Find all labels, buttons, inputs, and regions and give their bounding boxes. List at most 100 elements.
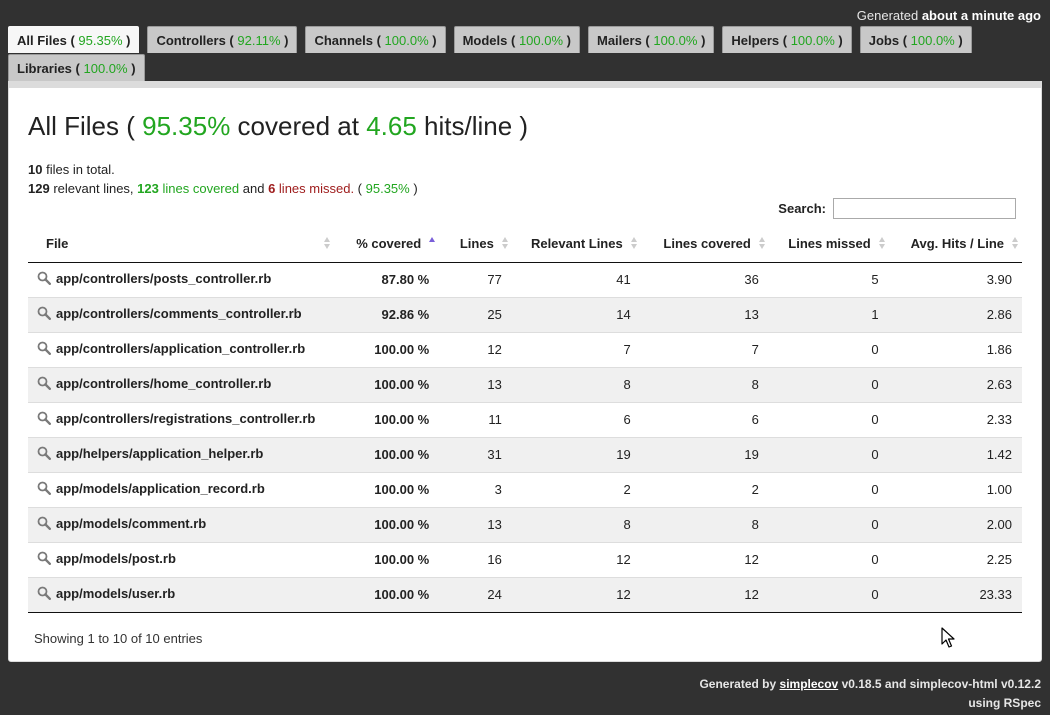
cell-covered: 100.00 % — [334, 471, 440, 507]
col-header-label: Lines covered — [663, 235, 751, 251]
search-box: Search: — [778, 198, 1016, 219]
tab-controllers[interactable]: Controllers ( 92.11% ) — [147, 26, 298, 53]
cell-lines-covered: 7 — [640, 331, 769, 367]
cell-covered: 100.00 % — [334, 331, 440, 367]
cell-lines-covered: 8 — [640, 506, 769, 542]
cell-lines-missed: 0 — [768, 366, 889, 402]
title-mid: covered at — [237, 111, 359, 141]
tab-channels[interactable]: Channels ( 100.0% ) — [305, 26, 446, 53]
simplecov-link[interactable]: simplecov — [780, 677, 839, 691]
tab-label: Libraries — [17, 61, 72, 76]
title-hits: 4.65 — [366, 111, 417, 141]
footer-generated-by: Generated by — [699, 677, 777, 691]
cell-avg-hits: 1.00 — [888, 471, 1022, 507]
tab-label: All Files — [17, 33, 67, 48]
tab-models[interactable]: Models ( 100.0% ) — [453, 26, 580, 53]
cell-file: app/controllers/comments_controller.rb — [28, 296, 335, 332]
cell-lines-covered: 19 — [640, 436, 769, 472]
tab-pct: 100.0% — [790, 33, 835, 48]
magnifier-icon — [37, 376, 52, 391]
file-link[interactable]: app/models/application_record.rb — [37, 481, 265, 496]
file-link[interactable]: app/models/post.rb — [37, 551, 176, 566]
magnifier-icon — [37, 411, 52, 426]
footer-versions: v0.18.5 and simplecov-html v0.12.2 — [841, 677, 1041, 691]
tab-pct: 92.11% — [237, 33, 281, 48]
cell-lines: 12 — [439, 331, 512, 367]
file-name: app/controllers/home_controller.rb — [56, 375, 272, 391]
cell-covered: 100.00 % — [334, 576, 440, 613]
missed-count: 6 — [268, 181, 276, 196]
cell-lines-covered: 13 — [640, 296, 769, 332]
col-header-lines-missed[interactable]: Lines missed — [768, 225, 889, 263]
file-link[interactable]: app/models/user.rb — [37, 586, 175, 601]
summary-pct: 95.35% — [365, 181, 410, 196]
file-name: app/controllers/comments_controller.rb — [56, 305, 302, 321]
cell-avg-hits: 2.33 — [888, 401, 1022, 437]
col-header-covered[interactable]: % covered — [334, 225, 440, 263]
tab-jobs[interactable]: Jobs ( 100.0% ) — [859, 26, 972, 53]
sort-icon — [758, 237, 766, 250]
cell-relevant-lines: 2 — [511, 471, 641, 507]
magnifier-icon — [37, 306, 52, 321]
cell-lines-covered: 2 — [640, 471, 769, 507]
col-header-label: Lines — [459, 235, 494, 251]
cell-lines: 31 — [439, 436, 512, 472]
cell-avg-hits: 2.25 — [888, 541, 1022, 577]
table-row: app/models/post.rb 100.00 % 16 12 12 0 2.25 — [28, 541, 1022, 577]
cell-covered: 100.00 % — [334, 436, 440, 472]
file-link[interactable]: app/helpers/application_helper.rb — [37, 446, 263, 461]
tab-pct: 100.0% — [83, 61, 128, 76]
tab-pct: 100.0% — [384, 33, 429, 48]
col-header-avg-hits[interactable]: Avg. Hits / Line — [888, 225, 1022, 263]
file-name: app/controllers/application_controller.r… — [56, 340, 306, 356]
table-row: app/models/user.rb 100.00 % 24 12 12 0 23.33 — [28, 576, 1022, 613]
table-row: app/controllers/posts_controller.rb 87.80… — [28, 262, 1022, 297]
cell-avg-hits: 1.86 — [888, 331, 1022, 367]
magnifier-icon — [37, 551, 52, 566]
cell-lines-covered: 12 — [640, 541, 769, 577]
search-input[interactable] — [833, 198, 1016, 219]
file-name: app/controllers/posts_controller.rb — [56, 270, 272, 286]
table-row: app/helpers/application_helper.rb 100.00 … — [28, 436, 1022, 472]
cell-lines-missed: 5 — [871, 272, 879, 287]
col-header-file[interactable]: File — [28, 225, 335, 263]
tab-helpers[interactable]: Helpers ( 100.0% ) — [722, 26, 852, 53]
file-link[interactable]: app/controllers/registrations_controller… — [37, 411, 315, 426]
col-header-lines-covered[interactable]: Lines covered — [640, 225, 769, 263]
tab-pct: 100.0% — [653, 33, 698, 48]
col-header-relevant-lines[interactable]: Relevant Lines — [511, 225, 641, 263]
col-header-label: File — [46, 235, 69, 251]
cell-relevant-lines: 12 — [511, 576, 641, 613]
file-name: app/helpers/application_helper.rb — [56, 445, 264, 461]
cell-lines: 3 — [439, 471, 512, 507]
relevant-text: relevant lines, — [53, 181, 134, 196]
cell-covered: 87.80 % — [381, 272, 430, 287]
cell-lines-missed: 0 — [768, 331, 889, 367]
title-name: All Files — [28, 111, 120, 141]
tab-label: Mailers — [597, 33, 642, 48]
content-panel: All Files ( 95.35% covered at 4.65 hits/… — [8, 81, 1042, 662]
tab-label: Controllers — [156, 33, 226, 48]
tab-pct: 100.0% — [910, 33, 955, 48]
col-header-label: Relevant Lines — [530, 235, 623, 251]
files-total-line: 10 files in total. — [28, 160, 418, 179]
col-header-lines[interactable]: Lines — [439, 225, 512, 263]
tab-all-files[interactable]: All Files ( 95.35% ) — [8, 26, 140, 53]
cell-avg-hits: 3.90 — [986, 272, 1012, 287]
magnifier-icon — [37, 271, 52, 286]
tab-mailers[interactable]: Mailers ( 100.0% ) — [588, 26, 715, 53]
file-link[interactable]: app/models/comment.rb — [37, 516, 206, 531]
file-link[interactable]: app/controllers/posts_controller.rb — [37, 271, 271, 286]
cell-lines-covered: 8 — [640, 366, 769, 402]
cell-file: app/controllers/registrations_controller… — [28, 401, 335, 437]
mouse-cursor-icon — [941, 627, 955, 648]
generated-timestamp: Generated about a minute ago — [857, 8, 1041, 23]
file-link[interactable]: app/controllers/home_controller.rb — [37, 376, 271, 391]
cell-lines: 13 — [439, 506, 512, 542]
cell-lines-missed: 0 — [768, 436, 889, 472]
file-link[interactable]: app/controllers/application_controller.r… — [37, 341, 305, 356]
tab-libraries[interactable]: Libraries ( 100.0% ) — [8, 54, 145, 81]
file-link[interactable]: app/controllers/comments_controller.rb — [37, 306, 302, 321]
table-header-row: File % covered Lines Relevant Lines Line… — [28, 225, 1022, 263]
cell-lines-missed: 0 — [768, 401, 889, 437]
